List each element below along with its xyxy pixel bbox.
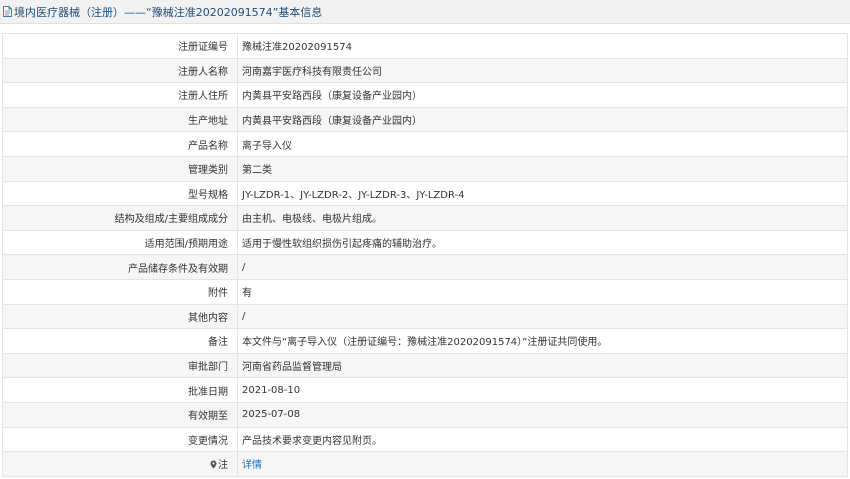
field-label: 有效期至 xyxy=(2,401,238,428)
field-value: 产品技术要求变更内容见附页。 xyxy=(237,426,848,453)
info-table: 注册证编号 豫械注准20202091574 注册人名称 河南嘉宇医疗科技有限责任公司… xyxy=(2,33,848,477)
field-label: 附件 xyxy=(2,278,238,305)
table-row: 型号规格 JY-LZDR-1、JY-LZDR-2、JY-LZDR-3、JY-LZD… xyxy=(2,180,848,207)
table-row: 管理类别 第二类 xyxy=(2,155,848,182)
page-title: 境内医疗器械（注册）——“豫械注准20202091574”基本信息 xyxy=(14,5,323,19)
field-value: 2021-08-10 xyxy=(237,377,848,403)
field-value: 豫械注准20202091574 xyxy=(237,33,848,59)
table-row: 附件有 xyxy=(2,278,848,305)
field-value: 由主机、电极线、电极片组成。 xyxy=(237,205,848,231)
field-value: 内黄县平安路西段（康复设备产业园内） xyxy=(237,82,848,108)
field-value: 河南嘉宇医疗科技有限责任公司 xyxy=(237,57,848,84)
table-row: 审批部门 河南省药品监督管理局 xyxy=(2,352,848,379)
table-row: 适用范围/预期用途 适用于慢性软组织损伤引起疼痛的辅助治疗。 xyxy=(2,229,848,256)
note-value-cell: 详情 xyxy=(237,451,848,477)
note-label: 注 xyxy=(218,459,228,471)
field-label: 产品名称 xyxy=(2,131,238,157)
table-row: 有效期至 2025-07-08 xyxy=(2,401,848,428)
table-row: 注册证编号 豫械注准20202091574 xyxy=(2,33,848,59)
field-value: 适用于慢性软组织损伤引起疼痛的辅助治疗。 xyxy=(237,229,848,256)
field-label: 注册人名称 xyxy=(2,57,238,84)
field-label: 变更情况 xyxy=(2,426,238,453)
field-value: 内黄县平安路西段（康复设备产业园内） xyxy=(237,106,848,133)
table-row: 产品储存条件及有效期 / xyxy=(2,254,848,280)
field-value: 有 xyxy=(237,278,848,305)
field-label: 结构及组成/主要组成成分 xyxy=(2,205,238,231)
table-row: 生产地址 内黄县平安路西段（康复设备产业园内） xyxy=(2,106,848,133)
field-value: 2025-07-08 xyxy=(237,401,848,428)
table-row: 注册人住所 内黄县平安路西段（康复设备产业园内） xyxy=(2,82,848,108)
field-label: 注册证编号 xyxy=(2,33,238,59)
page-header: 境内医疗器械（注册）——“豫械注准20202091574”基本信息 xyxy=(0,0,850,24)
field-label: 型号规格 xyxy=(2,180,238,207)
field-label: 适用范围/预期用途 xyxy=(2,229,238,256)
table-row: 批准日期 2021-08-10 xyxy=(2,377,848,403)
field-label: 批准日期 xyxy=(2,377,238,403)
table-row: 变更情况 产品技术要求变更内容见附页。 xyxy=(2,426,848,453)
field-value: 本文件与“离子导入仪（注册证编号：豫械注准20202091574）”注册证共同使… xyxy=(237,328,848,354)
field-label: 产品储存条件及有效期 xyxy=(2,254,238,280)
pin-icon xyxy=(210,460,217,472)
field-value: 离子导入仪 xyxy=(237,131,848,157)
field-label: 审批部门 xyxy=(2,352,238,379)
field-label: 其他内容 xyxy=(2,303,238,330)
table-row: 其他内容 / xyxy=(2,303,848,330)
field-value: / xyxy=(237,303,848,330)
table-row: 结构及组成/主要组成成分 由主机、电极线、电极片组成。 xyxy=(2,205,848,231)
note-label-cell: 注 xyxy=(2,451,238,477)
field-label: 管理类别 xyxy=(2,155,238,182)
note-row: 注 详情 xyxy=(2,451,848,477)
field-label: 备注 xyxy=(2,328,238,354)
details-link[interactable]: 详情 xyxy=(242,460,262,471)
table-row: 注册人名称 河南嘉宇医疗科技有限责任公司 xyxy=(2,57,848,84)
field-value: JY-LZDR-1、JY-LZDR-2、JY-LZDR-3、JY-LZDR-4 xyxy=(237,180,848,207)
document-icon xyxy=(3,6,12,17)
table-row: 备注 本文件与“离子导入仪（注册证编号：豫械注准20202091574）”注册证共… xyxy=(2,328,848,354)
field-value: 第二类 xyxy=(237,155,848,182)
table-row: 产品名称 离子导入仪 xyxy=(2,131,848,157)
field-value: / xyxy=(237,254,848,280)
field-label: 生产地址 xyxy=(2,106,238,133)
field-value: 河南省药品监督管理局 xyxy=(237,352,848,379)
field-label: 注册人住所 xyxy=(2,82,238,108)
